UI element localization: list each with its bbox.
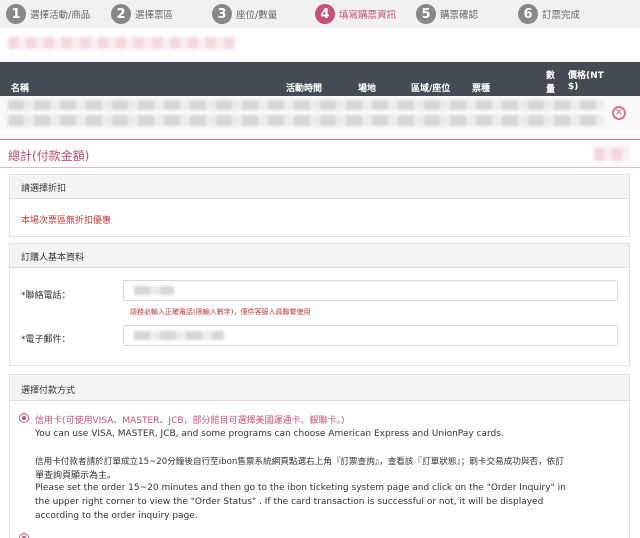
divider-line <box>0 139 640 140</box>
redacted-email-value <box>134 331 224 340</box>
step-5-number: 5 <box>416 4 436 24</box>
col-venue: 場地 <box>358 84 377 94</box>
step-3: 3 座位/數量 <box>212 4 277 24</box>
col-ticket-type: 票種 <box>472 84 491 94</box>
discount-panel: 請選擇折扣 本場次票區無折扣優惠 <box>9 174 630 237</box>
notice-zh-1: 信用卡付款者請於訂單成立15~20分鐘後自行至ibon售票系統網頁點選右上角『訂… <box>35 457 564 467</box>
step-2-number: 2 <box>111 4 131 24</box>
step-3-number: 3 <box>212 4 232 24</box>
credit-card-label[interactable]: 信用卡(可使用VISA、MASTER、JCB，部分館目可選擇美國運通卡、銀聯卡。… <box>35 413 345 426</box>
phone-input[interactable] <box>123 280 618 301</box>
notice-en-3: according to the order inquiry page. <box>35 511 198 521</box>
step-4: 4 填寫購票資訊 <box>315 4 396 24</box>
notice-en-1: Please set the order 15~20 minutes and t… <box>35 483 566 493</box>
step-4-number: 4 <box>315 4 335 24</box>
step-1-number: 1 <box>6 4 26 24</box>
step-2-label: 選擇票區 <box>135 10 174 21</box>
step-5-label: 購票確認 <box>440 10 479 21</box>
col-name: 名稱 <box>11 84 30 94</box>
notice-en-2: the upper right corner to view the "Orde… <box>35 497 544 507</box>
step-1: 1 選擇活動/商品 <box>6 4 90 24</box>
remove-item-icon[interactable]: × <box>612 106 626 120</box>
total-divider <box>0 167 640 168</box>
payment-title: 選擇付款方式 <box>10 375 629 401</box>
col-qty-1: 數 <box>546 71 556 81</box>
col-price-2: $) <box>568 82 579 92</box>
redacted-order-row-bottom <box>8 115 604 126</box>
redacted-total-amount <box>594 147 630 161</box>
col-area: 區域/座位 <box>411 84 451 94</box>
step-2: 2 選擇票區 <box>111 4 173 24</box>
step-3-label: 座位/數量 <box>236 10 278 21</box>
col-price-1: 價格(NT <box>568 71 604 81</box>
buyer-info-panel: 訂購人基本資料 *聯絡電話： 請務必輸入正確電話(限輸入數字)，僅供客服人員聯繫… <box>9 243 630 366</box>
buyer-info-title: 訂購人基本資料 <box>10 244 629 268</box>
step-6-number: 6 <box>518 4 538 24</box>
col-time: 活動時間 <box>286 84 323 94</box>
step-5: 5 購票確認 <box>416 4 478 24</box>
order-table-header: 名稱 活動時間 場地 區域/座位 票種 數 量 價格(NT $) <box>0 62 640 96</box>
email-input[interactable] <box>123 325 618 346</box>
notice-zh-2: 單查詢頁顯示為主。 <box>35 471 117 481</box>
total-title: 總計(付款金額) <box>8 149 90 163</box>
step-1-label: 選擇活動/商品 <box>30 10 91 21</box>
discount-title: 請選擇折扣 <box>10 175 629 199</box>
redacted-event-title <box>8 37 236 49</box>
phone-hint: 請務必輸入正確電話(限輸入數字)，僅供客服人員聯繫使用 <box>130 308 311 316</box>
discount-message: 本場次票區無折扣優惠 <box>21 216 112 226</box>
atm-radio[interactable] <box>19 533 29 538</box>
email-label: *電子郵件： <box>21 335 71 345</box>
step-progress-bar: 1 選擇活動/商品 2 選擇票區 3 座位/數量 4 填寫購票資訊 5 購票確認… <box>0 0 640 28</box>
phone-label: *聯絡電話： <box>21 291 71 301</box>
step-6: 6 訂票完成 <box>518 4 580 24</box>
redacted-phone-value <box>134 286 174 295</box>
credit-card-english: You can use VISA, MASTER, JCB, and some … <box>35 429 504 439</box>
redacted-order-row-top <box>8 100 604 110</box>
step-4-label: 填寫購票資訊 <box>339 10 397 21</box>
col-qty-2: 量 <box>546 85 556 95</box>
step-6-label: 訂票完成 <box>542 10 581 21</box>
credit-card-radio[interactable] <box>19 413 29 423</box>
